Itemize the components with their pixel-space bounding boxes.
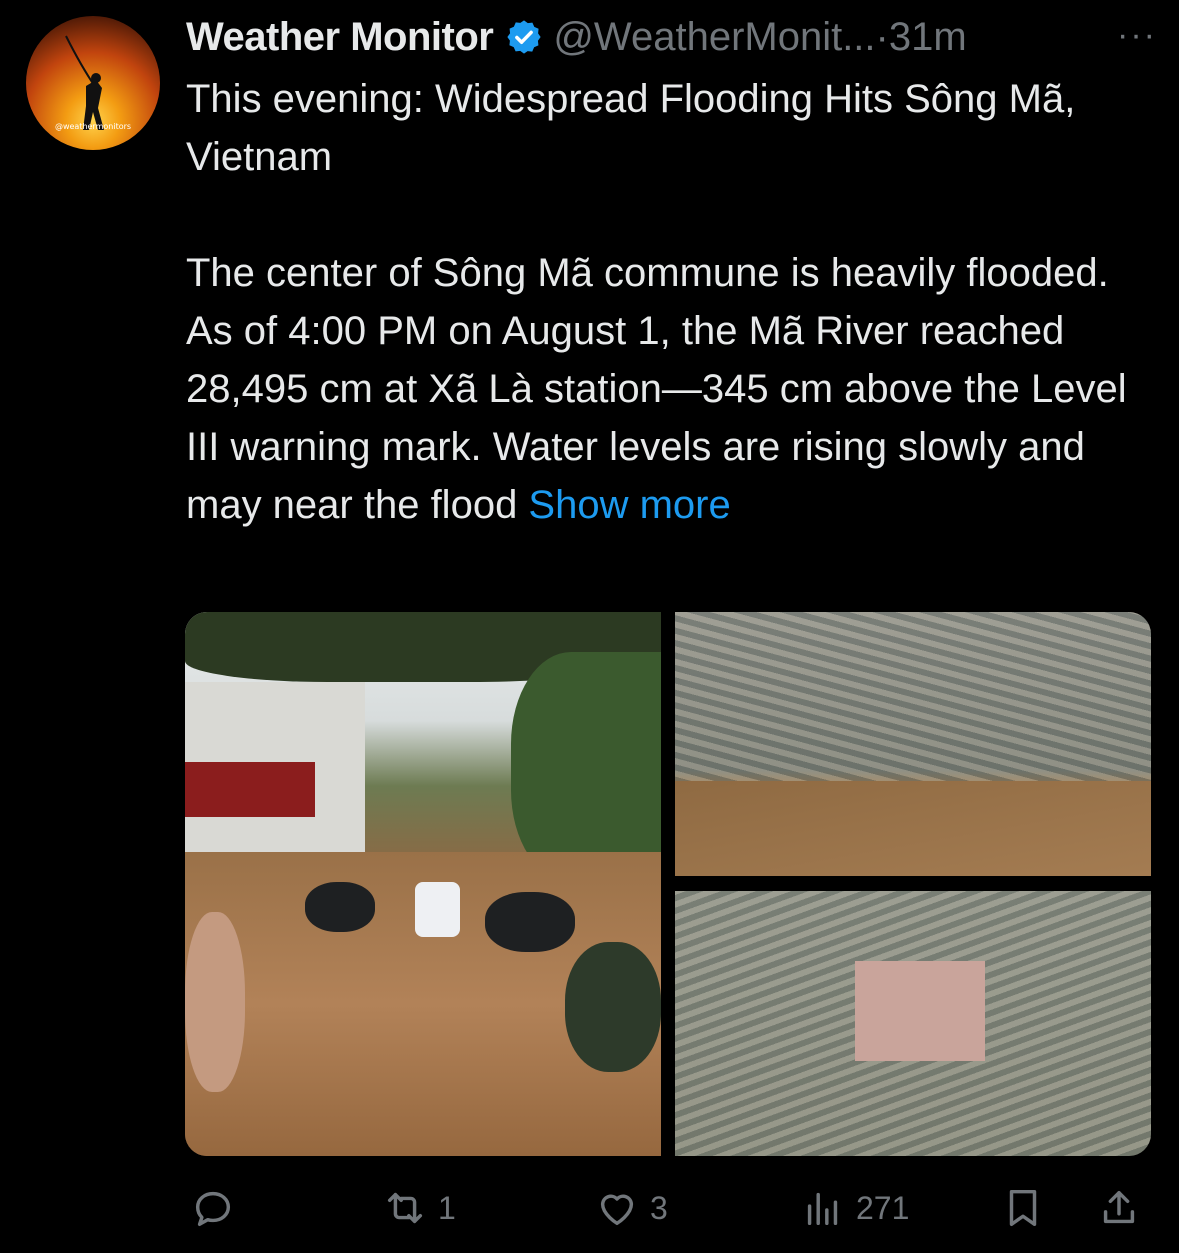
tweet-headline: This evening: Widespread Flooding Hits S… bbox=[186, 77, 1076, 179]
retweet-count: 1 bbox=[438, 1189, 456, 1226]
reply-button[interactable] bbox=[190, 1176, 246, 1240]
more-options-icon[interactable]: ··· bbox=[1117, 16, 1157, 55]
photo-aerial-river[interactable] bbox=[675, 612, 1151, 876]
views-count: 271 bbox=[856, 1189, 910, 1226]
like-button[interactable]: 3 bbox=[594, 1176, 668, 1240]
photo-aerial-plaza[interactable] bbox=[675, 891, 1151, 1156]
user-handle[interactable]: @WeatherMonit... bbox=[553, 15, 875, 60]
display-name[interactable]: Weather Monitor bbox=[186, 15, 494, 60]
action-bar: 1 3 271 bbox=[186, 1176, 1146, 1240]
verified-badge-icon bbox=[507, 20, 541, 54]
show-more-link[interactable]: Show more bbox=[528, 483, 730, 527]
media-grid bbox=[185, 612, 1151, 1156]
heart-icon bbox=[600, 1194, 634, 1226]
bookmark-icon bbox=[1009, 1189, 1037, 1227]
share-icon bbox=[1103, 1190, 1135, 1224]
retweet-icon bbox=[387, 1192, 423, 1224]
avatar[interactable]: @weathermonitors bbox=[26, 16, 160, 150]
views-button[interactable]: 271 bbox=[800, 1176, 909, 1240]
like-count: 3 bbox=[650, 1189, 668, 1226]
tweet-body: The center of Sông Mã commune is heavily… bbox=[186, 244, 1146, 534]
tweet-text: This evening: Widespread Flooding Hits S… bbox=[186, 70, 1146, 534]
avatar-handle: @weathermonitors bbox=[54, 122, 132, 131]
share-button[interactable] bbox=[1096, 1176, 1142, 1240]
views-chart-icon bbox=[807, 1192, 838, 1226]
photo-flooded-street[interactable] bbox=[185, 612, 661, 1156]
retweet-button[interactable]: 1 bbox=[382, 1176, 456, 1240]
bookmark-button[interactable] bbox=[1000, 1176, 1046, 1240]
reply-icon bbox=[195, 1191, 231, 1227]
timestamp[interactable]: ·31m bbox=[876, 15, 967, 60]
tweet-header: Weather Monitor @WeatherMonit... ·31m bbox=[186, 12, 1159, 62]
